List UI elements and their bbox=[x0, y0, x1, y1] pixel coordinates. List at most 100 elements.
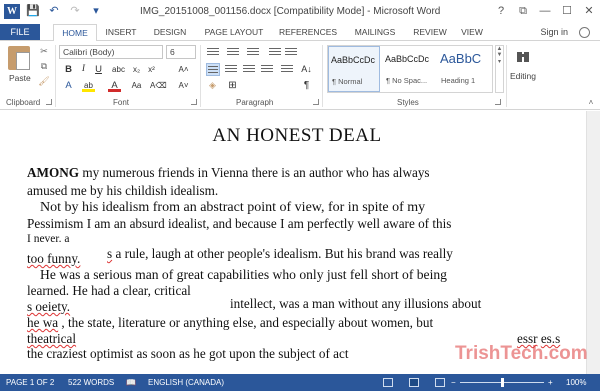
document-area[interactable]: AN HONEST DEAL AMONG my numerous friends… bbox=[0, 111, 586, 374]
align-left-button[interactable] bbox=[206, 63, 220, 76]
text-run: s oeiety. bbox=[27, 299, 71, 314]
text-line: intellect, was a man without any illusio… bbox=[230, 296, 482, 311]
subscript-button[interactable]: x₂ bbox=[130, 63, 143, 76]
font-name-dropdown[interactable]: Calibri (Body) bbox=[59, 45, 163, 59]
format-painter-icon[interactable]: 🖌 bbox=[38, 76, 50, 87]
sort-icon[interactable]: A↓ bbox=[300, 63, 313, 76]
paragraph-group-label: Paragraph bbox=[236, 98, 274, 107]
tab-review[interactable]: REVIEW bbox=[410, 24, 450, 41]
tab-page-layout[interactable]: PAGE LAYOUT bbox=[200, 24, 268, 41]
align-center-button[interactable] bbox=[224, 63, 238, 76]
clipboard-launcher-icon[interactable] bbox=[46, 99, 52, 105]
align-right-button[interactable] bbox=[242, 63, 256, 76]
print-layout-icon[interactable] bbox=[409, 378, 419, 387]
ribbon-display-options-icon[interactable]: ⧉ bbox=[512, 0, 534, 22]
proofing-icon[interactable]: 📖 bbox=[126, 374, 136, 391]
bullets-icon[interactable] bbox=[206, 46, 220, 59]
text-line: s oeiety. bbox=[27, 299, 70, 315]
quick-access-toolbar: 💾 ↶ ↷ ▾ bbox=[26, 4, 103, 19]
word-count[interactable]: 522 WORDS bbox=[68, 374, 114, 391]
binoculars-icon[interactable] bbox=[516, 48, 530, 64]
title-bar: W 💾 ↶ ↷ ▾ IMG_20151008_001156.docx [Comp… bbox=[0, 0, 600, 24]
zoom-level[interactable]: 100% bbox=[566, 374, 586, 391]
group-divider bbox=[322, 45, 323, 107]
superscript-button[interactable]: x² bbox=[145, 63, 158, 76]
text-run: he wa bbox=[27, 315, 59, 330]
grow-font-icon[interactable]: A˄ bbox=[177, 63, 190, 76]
language-indicator[interactable]: ENGLISH (CANADA) bbox=[148, 374, 224, 391]
help-icon[interactable]: ? bbox=[490, 0, 512, 22]
text-line: Pessimism I am an absurd idealist, and b… bbox=[27, 216, 452, 231]
paragraph-launcher-icon[interactable] bbox=[313, 99, 319, 105]
borders-icon[interactable]: ⊞ bbox=[226, 79, 239, 92]
multilevel-list-icon[interactable] bbox=[246, 46, 260, 59]
style-name: ¶ Normal bbox=[332, 77, 363, 86]
styles-launcher-icon[interactable] bbox=[495, 99, 501, 105]
change-case-icon[interactable]: Aa bbox=[130, 79, 143, 92]
numbering-icon[interactable] bbox=[226, 46, 240, 59]
editing-button-label[interactable]: Editing bbox=[510, 71, 536, 81]
text-line: learned. He had a clear, critical bbox=[27, 283, 191, 298]
group-divider bbox=[55, 45, 56, 107]
minimize-button[interactable]: — bbox=[534, 0, 556, 22]
tab-insert[interactable]: INSERT bbox=[101, 24, 141, 41]
bold-button[interactable]: B bbox=[62, 63, 75, 76]
sign-in-link[interactable]: Sign in bbox=[540, 24, 568, 41]
style-heading-1[interactable]: AaBbC Heading 1 bbox=[438, 46, 492, 92]
save-icon[interactable]: 💾 bbox=[26, 4, 40, 19]
zoom-slider-thumb[interactable] bbox=[501, 378, 504, 387]
watermark: TrishTech.com bbox=[455, 343, 588, 364]
paste-icon[interactable] bbox=[8, 46, 30, 70]
tab-file[interactable]: FILE bbox=[0, 24, 40, 41]
feedback-smiley-icon[interactable] bbox=[579, 27, 590, 38]
underline-button[interactable]: U bbox=[92, 63, 105, 76]
clear-formatting-icon[interactable]: A⌫ bbox=[150, 79, 167, 92]
style-sample: AaBbCcDc bbox=[385, 54, 430, 64]
paste-button-label[interactable]: Paste bbox=[9, 73, 31, 83]
style-no-spacing[interactable]: AaBbCcDc ¶ No Spac... bbox=[383, 46, 435, 92]
style-normal[interactable]: AaBbCcDc ¶ Normal bbox=[328, 46, 380, 92]
tab-view[interactable]: VIEW bbox=[457, 24, 487, 41]
line-spacing-icon[interactable] bbox=[280, 63, 294, 76]
text-line: amused me by his childish idealism. bbox=[27, 183, 219, 198]
copy-icon[interactable]: ⧉ bbox=[38, 61, 50, 72]
font-size-dropdown[interactable]: 6 bbox=[166, 45, 196, 59]
vertical-scrollbar[interactable] bbox=[586, 111, 600, 374]
strikethrough-button[interactable]: abc bbox=[112, 63, 125, 76]
text-run: too funny. bbox=[27, 251, 81, 266]
cut-icon[interactable]: ✂ bbox=[38, 46, 50, 57]
maximize-button[interactable]: ☐ bbox=[556, 0, 578, 22]
collapse-ribbon-icon[interactable]: ˄ bbox=[585, 97, 597, 108]
decrease-indent-icon[interactable] bbox=[268, 46, 282, 59]
tab-design[interactable]: DESIGN bbox=[149, 24, 191, 41]
undo-icon[interactable]: ↶ bbox=[47, 4, 61, 19]
redo-icon[interactable]: ↷ bbox=[68, 4, 82, 19]
tab-references[interactable]: REFERENCES bbox=[276, 24, 340, 41]
web-layout-icon[interactable] bbox=[435, 378, 445, 387]
justify-button[interactable] bbox=[260, 63, 274, 76]
shrink-font-icon[interactable]: A˅ bbox=[177, 79, 190, 92]
styles-scroll-icon[interactable]: ▲ ▼ ▾ bbox=[495, 45, 504, 93]
font-launcher-icon[interactable] bbox=[191, 99, 197, 105]
tab-home[interactable]: HOME bbox=[53, 24, 97, 41]
text-line: Not by his idealism from an abstract poi… bbox=[40, 200, 426, 215]
text-line: I never. a bbox=[27, 233, 70, 245]
text-line: too funny. bbox=[27, 251, 80, 267]
page-count[interactable]: PAGE 1 OF 2 bbox=[6, 374, 54, 391]
tab-mailings[interactable]: MAILINGS bbox=[348, 24, 402, 41]
read-mode-icon[interactable] bbox=[383, 378, 393, 387]
zoom-in-button[interactable]: + bbox=[548, 374, 553, 391]
highlight-color-icon[interactable]: ab bbox=[82, 79, 95, 92]
text-line: s a rule, laugh at other people's ideali… bbox=[107, 246, 453, 262]
increase-indent-icon[interactable] bbox=[284, 46, 298, 59]
italic-button[interactable]: I bbox=[77, 63, 90, 76]
show-formatting-marks-icon[interactable]: ¶ bbox=[300, 79, 313, 92]
shading-icon[interactable]: ◈ bbox=[206, 79, 219, 92]
font-color-icon[interactable]: A bbox=[108, 79, 121, 92]
word-logo-icon[interactable]: W bbox=[4, 4, 20, 19]
zoom-out-button[interactable]: − bbox=[451, 374, 456, 391]
text-effects-icon[interactable]: A bbox=[62, 79, 75, 92]
text-line: AMONG my numerous friends in Vienna ther… bbox=[27, 165, 430, 181]
close-button[interactable]: ✕ bbox=[578, 0, 600, 22]
customize-qat-icon[interactable]: ▾ bbox=[89, 4, 103, 19]
